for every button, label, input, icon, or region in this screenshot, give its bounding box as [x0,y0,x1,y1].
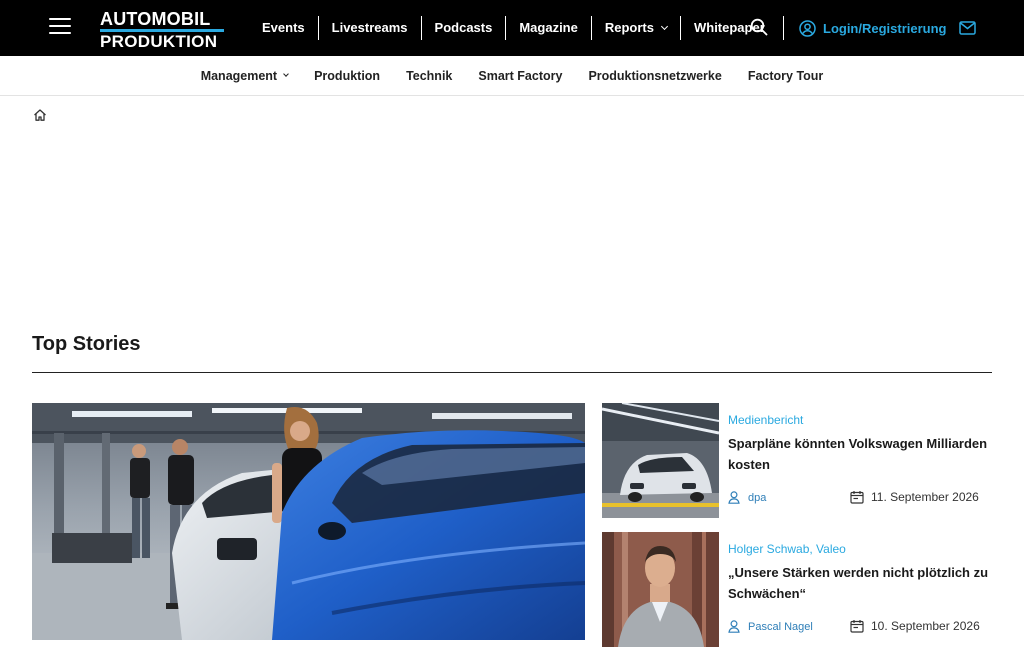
story-headline[interactable]: „Unsere Stärken werden nicht plötzlich z… [728,562,992,604]
category-nav-label: Technik [406,68,453,83]
category-nav-smart-factory[interactable]: Smart Factory [465,69,575,83]
portrait-photo [602,532,719,647]
main-nav-label: Events [262,20,305,35]
story-thumbnail[interactable] [602,532,719,647]
main-nav: Events Livestreams Podcasts Magazine Rep… [249,16,778,40]
story-date: 10. September 2026 [850,619,980,633]
logo-line-1: AUTOMOBIL [100,10,224,32]
main-nav-label: Podcasts [434,20,493,35]
category-nav-technik[interactable]: Technik [393,69,465,83]
login-label: Login/Registrierung [823,20,947,36]
category-nav-management[interactable]: Management [188,69,301,83]
mail-icon[interactable] [959,21,976,35]
user-icon [728,491,740,504]
calendar-icon [850,620,864,633]
section-title: Top Stories [32,333,141,355]
section-divider [32,372,992,373]
search-icon[interactable] [750,18,768,36]
user-icon [799,19,816,37]
story-card[interactable]: Medienbericht Sparpläne könnten Volkswag… [602,403,992,521]
story-headline[interactable]: Sparpläne könnten Volkswagen Milliarden … [728,433,992,475]
main-nav-livestreams[interactable]: Livestreams [317,16,421,40]
main-nav-reports[interactable]: Reports [590,16,680,40]
category-nav-label: Smart Factory [478,68,563,83]
category-nav-label: Produktion [314,68,381,83]
header-divider [783,16,784,40]
category-nav: Management Produktion Technik Smart Fact… [0,56,1024,96]
story-kicker[interactable]: Holger Schwab, Valeo [728,542,846,556]
logo-line-2: PRODUKTION [100,32,218,51]
home-icon[interactable] [33,108,47,122]
calendar-icon [850,491,864,504]
worker-1 [130,444,150,558]
main-nav-magazine[interactable]: Magazine [505,16,591,40]
car-factory-photo [602,403,719,518]
story-date-text: 11. September 2026 [871,490,979,504]
category-nav-produktionsnetzwerke[interactable]: Produktionsnetzwerke [575,69,734,83]
hero-story-image[interactable] [32,403,585,640]
story-author-name: dpa [748,491,767,504]
story-kicker[interactable]: Medienbericht [728,413,803,427]
main-nav-label: Livestreams [331,20,408,35]
category-nav-factory-tour[interactable]: Factory Tour [735,69,836,83]
factory-photo [32,403,585,640]
story-date: 11. September 2026 [850,490,979,504]
main-nav-podcasts[interactable]: Podcasts [420,16,506,40]
story-date-text: 10. September 2026 [871,619,980,633]
main-nav-events[interactable]: Events [249,16,318,40]
login-button[interactable]: Login/Registrierung [799,18,947,38]
story-thumbnail[interactable] [602,403,719,518]
user-icon [728,620,740,633]
chevron-down-icon [660,22,669,31]
category-nav-label: Management [200,68,278,83]
story-author[interactable]: Pascal Nagel [728,620,813,633]
main-nav-label: Reports [604,20,654,35]
chevron-down-icon [283,71,289,77]
category-nav-produktion[interactable]: Produktion [301,69,393,83]
top-header: AUTOMOBIL PRODUKTION Events Livestreams … [0,0,1024,56]
category-nav-label: Produktionsnetzwerke [588,68,722,83]
story-author[interactable]: dpa [728,491,766,504]
category-nav-label: Factory Tour [747,68,824,83]
main-nav-label: Magazine [519,20,578,35]
story-card[interactable]: Holger Schwab, Valeo „Unsere Stärken wer… [602,532,992,647]
menu-icon[interactable] [49,18,71,36]
site-logo[interactable]: AUTOMOBIL PRODUKTION [100,10,226,50]
story-author-name: Pascal Nagel [748,620,813,633]
